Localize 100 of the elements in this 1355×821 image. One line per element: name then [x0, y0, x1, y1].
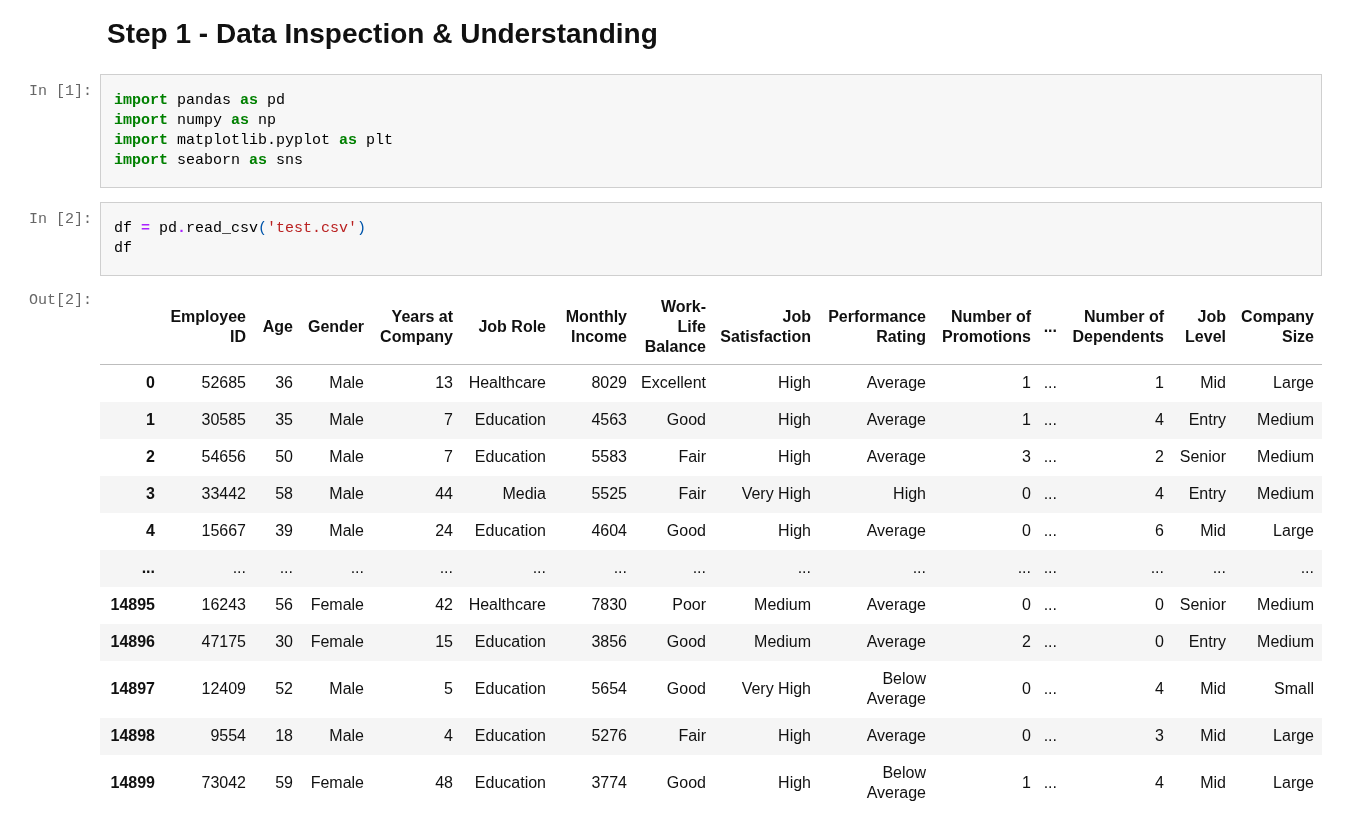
row-index: 14898	[100, 718, 163, 755]
table-cell: Average	[819, 624, 934, 661]
table-cell: 4	[1065, 755, 1172, 812]
table-cell: Male	[301, 439, 372, 476]
table-cell: ...	[163, 550, 254, 587]
table-cell: Fair	[635, 476, 714, 513]
table-cell: Average	[819, 402, 934, 439]
table-cell: Female	[301, 624, 372, 661]
row-index: 1	[100, 402, 163, 439]
table-cell: Large	[1234, 755, 1322, 812]
table-cell: ...	[819, 550, 934, 587]
table-cell: 5583	[554, 439, 635, 476]
table-cell: Entry	[1172, 476, 1234, 513]
table-cell: Very High	[714, 476, 819, 513]
table-cell: High	[714, 439, 819, 476]
column-header: Job Satisfaction	[714, 290, 819, 365]
table-cell: High	[714, 755, 819, 812]
table-cell: 4604	[554, 513, 635, 550]
table-cell: 4563	[554, 402, 635, 439]
table-cell: Male	[301, 402, 372, 439]
table-cell: Senior	[1172, 439, 1234, 476]
table-cell: 8029	[554, 364, 635, 402]
table-cell: 0	[1065, 587, 1172, 624]
table-cell: 0	[934, 661, 1039, 718]
table-cell: High	[714, 364, 819, 402]
table-cell: Very High	[714, 661, 819, 718]
table-cell: 5525	[554, 476, 635, 513]
table-cell: 5276	[554, 718, 635, 755]
table-cell: Female	[301, 755, 372, 812]
table-cell: Male	[301, 364, 372, 402]
table-cell: Education	[461, 624, 554, 661]
row-index: 14897	[100, 661, 163, 718]
table-cell: Good	[635, 513, 714, 550]
table-cell: 6	[1065, 513, 1172, 550]
table-cell: Education	[461, 439, 554, 476]
code-line: import pandas as pd	[114, 91, 287, 111]
table-cell: Medium	[1234, 476, 1322, 513]
table-cell: Medium	[1234, 587, 1322, 624]
table-cell: Average	[819, 364, 934, 402]
table-cell: 4	[1065, 476, 1172, 513]
code-line: import matplotlib.pyplot as plt	[114, 131, 395, 151]
table-cell: 4	[1065, 661, 1172, 718]
table-cell: ...	[554, 550, 635, 587]
table-cell: 73042	[163, 755, 254, 812]
table-cell: Poor	[635, 587, 714, 624]
table-cell: 59	[254, 755, 301, 812]
table-cell: 15667	[163, 513, 254, 550]
table-cell: Senior	[1172, 587, 1234, 624]
row-index: 0	[100, 364, 163, 402]
table-cell: 4	[1065, 402, 1172, 439]
input-prompt: In [1]:	[28, 82, 93, 102]
column-header: Performance Rating	[819, 290, 934, 365]
code-line: import numpy as np	[114, 111, 278, 131]
table-cell: 3	[934, 439, 1039, 476]
table-cell: ...	[1039, 550, 1065, 587]
table-cell: ...	[1039, 755, 1065, 812]
table-cell: 12409	[163, 661, 254, 718]
table-cell: 33442	[163, 476, 254, 513]
row-index: 2	[100, 439, 163, 476]
table-cell: 0	[934, 476, 1039, 513]
code-cell[interactable]: import pandas as pd import numpy as np import matplotlib.pyplot as plt import seaborn as sns	[100, 74, 1322, 188]
table-cell: 0	[934, 513, 1039, 550]
table-cell: 42	[372, 587, 461, 624]
column-header: Gender	[301, 290, 372, 365]
table-cell: 5	[372, 661, 461, 718]
column-header: Work-Life Balance	[635, 290, 714, 365]
table-cell: 52	[254, 661, 301, 718]
table-cell: Good	[635, 661, 714, 718]
input-prompt: In [2]:	[28, 210, 93, 230]
table-cell: High	[819, 476, 934, 513]
code-cell[interactable]: df = pd.read_csv('test.csv') df	[100, 202, 1322, 276]
table-cell: 30585	[163, 402, 254, 439]
column-header: Job Level	[1172, 290, 1234, 365]
table-cell: ...	[934, 550, 1039, 587]
table-cell: 0	[934, 587, 1039, 624]
row-index: 14895	[100, 587, 163, 624]
table-cell: 1	[934, 755, 1039, 812]
table-cell: ...	[1039, 718, 1065, 755]
table-cell: Average	[819, 439, 934, 476]
table-cell: 39	[254, 513, 301, 550]
column-header: Employee ID	[163, 290, 254, 365]
table-cell: Mid	[1172, 755, 1234, 812]
column-header: Monthly Income	[554, 290, 635, 365]
table-cell: 48	[372, 755, 461, 812]
table-cell: 44	[372, 476, 461, 513]
table-cell: Good	[635, 402, 714, 439]
table-cell: Mid	[1172, 718, 1234, 755]
table-cell: ...	[1234, 550, 1322, 587]
row-index: 14896	[100, 624, 163, 661]
table-cell: 3	[1065, 718, 1172, 755]
table-cell: ...	[372, 550, 461, 587]
table-cell: 1	[934, 364, 1039, 402]
table-cell: 0	[934, 718, 1039, 755]
table-cell: Male	[301, 513, 372, 550]
table-cell: ...	[301, 550, 372, 587]
table-cell: High	[714, 513, 819, 550]
table-cell: Healthcare	[461, 364, 554, 402]
table-cell: 2	[934, 624, 1039, 661]
column-header: Number of Promotions	[934, 290, 1039, 365]
table-cell: 7830	[554, 587, 635, 624]
